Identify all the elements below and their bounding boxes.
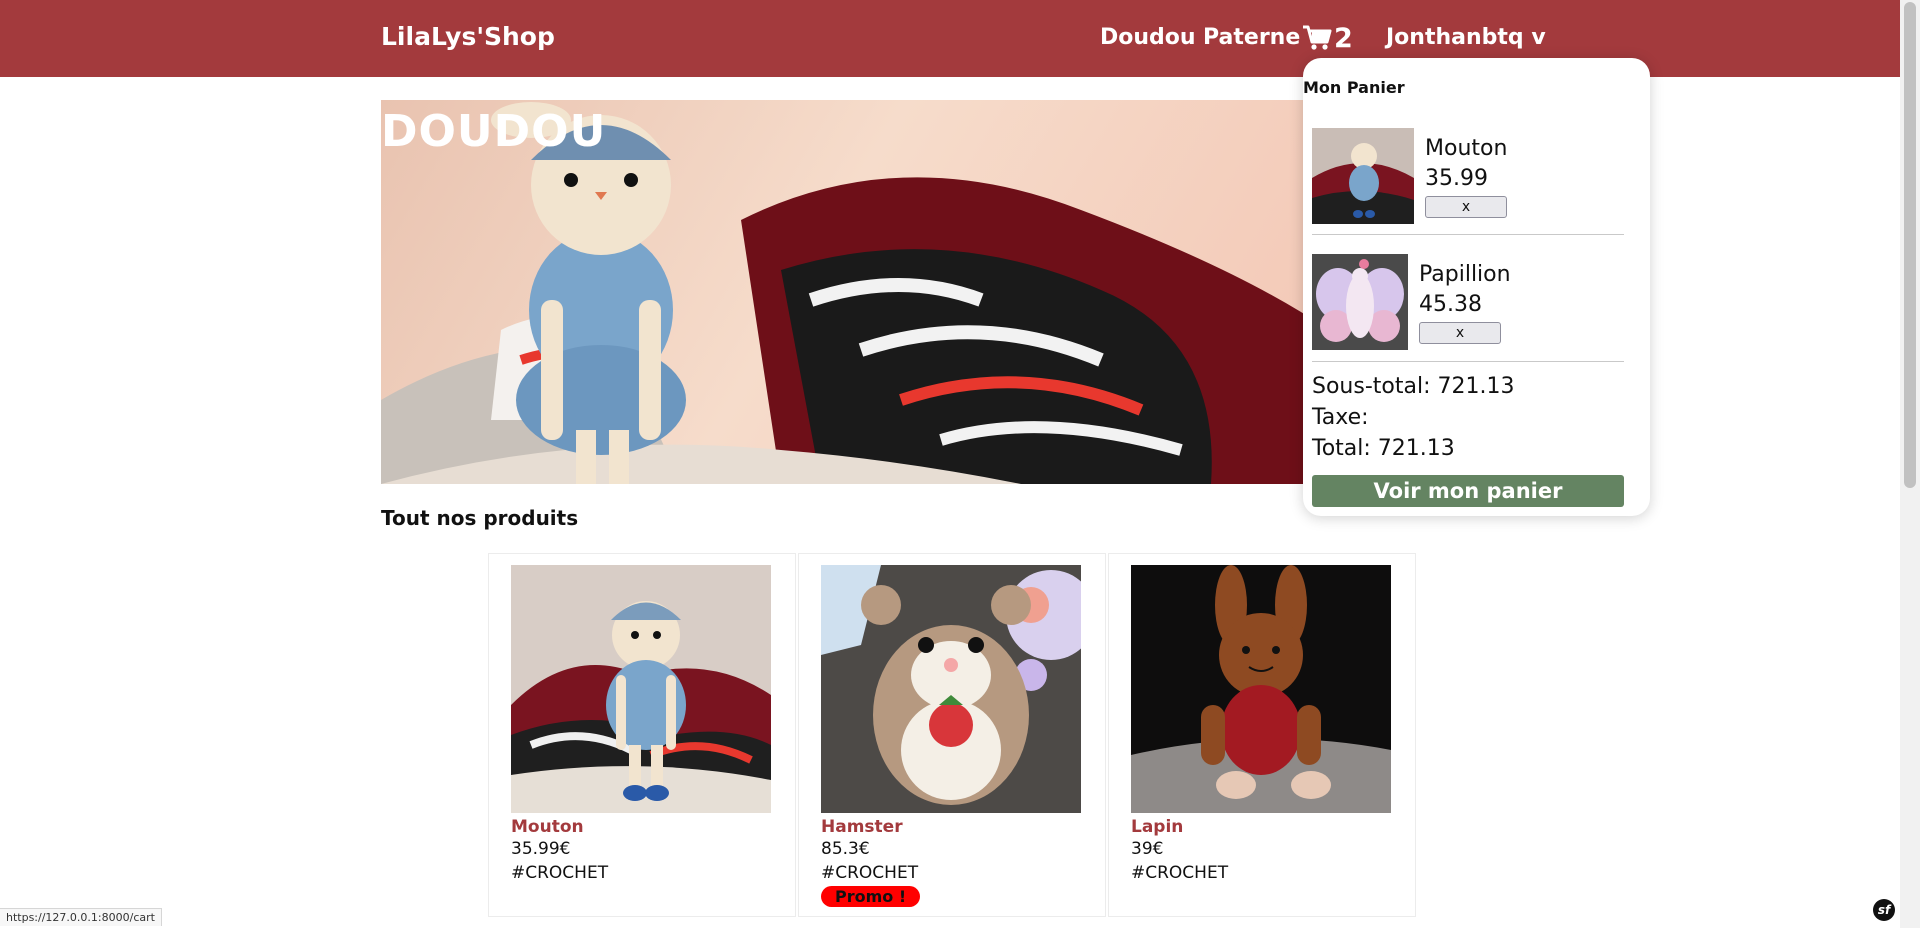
cart-item-name: Papillion: [1419, 262, 1511, 287]
cart-item-remove-button[interactable]: x: [1419, 322, 1501, 344]
user-menu-dropdown[interactable]: Jonthanbtq v: [1386, 25, 1546, 50]
section-title: Tout nos produits: [381, 506, 579, 530]
nav-link-doudou[interactable]: Doudou: [1100, 25, 1196, 50]
product-card[interactable]: Lapin 39€ #CROCHET: [1108, 553, 1416, 917]
product-price: 39€: [1131, 839, 1164, 859]
cart-item-price: 45.38: [1419, 292, 1482, 317]
brand-logo-link[interactable]: LilaLys'Shop: [381, 22, 555, 51]
cart-item-divider: [1312, 234, 1624, 235]
cart-total: Total: 721.13: [1312, 436, 1455, 461]
cart-item-remove-button[interactable]: x: [1425, 196, 1507, 218]
cart-count-badge: 2: [1334, 22, 1353, 54]
hero-title: DOUDOU: [381, 106, 607, 157]
cart-icon: [1302, 24, 1332, 52]
product-card[interactable]: Hamster 85.3€ #CROCHET Promo !: [798, 553, 1106, 917]
product-tag: #CROCHET: [511, 863, 609, 883]
product-tag: #CROCHET: [1131, 863, 1229, 883]
product-name-link[interactable]: Lapin: [1131, 817, 1183, 837]
symfony-icon[interactable]: sf: [1873, 899, 1895, 921]
hero-banner-image: [381, 100, 1329, 484]
cart-link[interactable]: 2: [1302, 20, 1353, 56]
product-name-link[interactable]: Hamster: [821, 817, 903, 837]
cart-dropdown: Mon Panier Mouton 35.99 x Papillion 45.3…: [1303, 58, 1650, 516]
product-image[interactable]: [511, 565, 771, 813]
page-scrollbar-thumb[interactable]: [1904, 2, 1916, 488]
nav-link-paterne[interactable]: Paterne: [1203, 25, 1300, 50]
product-price: 35.99€: [511, 839, 571, 859]
product-tag: #CROCHET: [821, 863, 919, 883]
view-cart-button[interactable]: Voir mon panier: [1312, 475, 1624, 507]
link-status-bar: https://127.0.0.1:8000/cart: [0, 908, 162, 926]
product-price: 85.3€: [821, 839, 870, 859]
product-image[interactable]: [1131, 565, 1391, 813]
cart-item-name: Mouton: [1425, 136, 1508, 161]
product-image[interactable]: [821, 565, 1081, 813]
promo-badge: Promo !: [821, 886, 921, 907]
cart-item-image: [1312, 254, 1408, 350]
product-name-link[interactable]: Mouton: [511, 817, 584, 837]
cart-tax: Taxe:: [1312, 405, 1369, 430]
cart-item-image: [1312, 128, 1414, 224]
cart-item-price: 35.99: [1425, 166, 1488, 191]
product-card[interactable]: Mouton 35.99€ #CROCHET: [488, 553, 796, 917]
cart-dropdown-title: Mon Panier: [1303, 78, 1405, 97]
cart-subtotal: Sous-total: 721.13: [1312, 374, 1515, 399]
cart-item-divider: [1312, 361, 1624, 362]
